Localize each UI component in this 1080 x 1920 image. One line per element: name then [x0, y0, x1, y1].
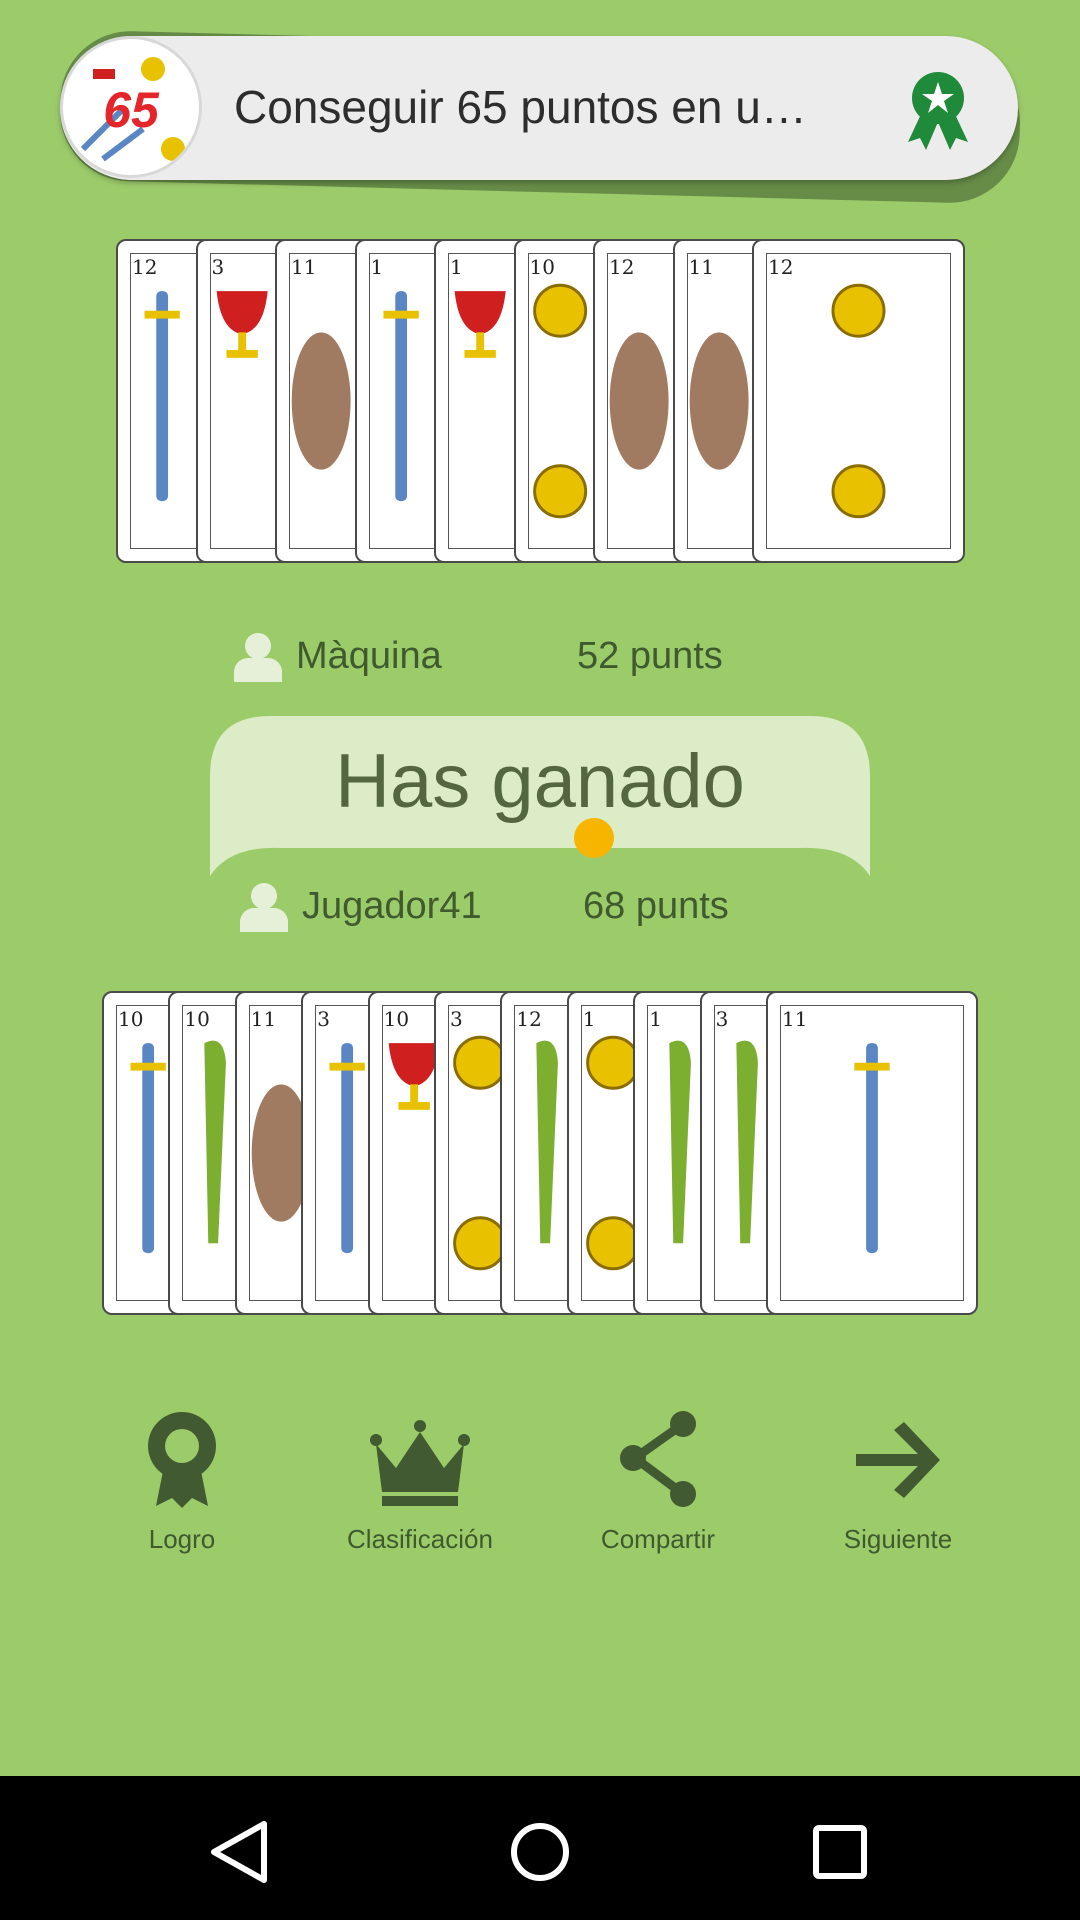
opponent-points: 52 punts [577, 634, 723, 677]
player-card: 11 [766, 991, 978, 1315]
achievement-text: Conseguir 65 puntos en u… [234, 81, 807, 133]
card-rank: 12 [768, 255, 794, 279]
user-icon [234, 633, 282, 682]
card-rank: 3 [715, 1007, 729, 1031]
opponent-row: Màquina 52 punts [232, 626, 792, 686]
arrow-right-icon [856, 1422, 940, 1498]
user-icon [240, 883, 288, 932]
card-rank: 11 [291, 255, 317, 279]
back-icon[interactable] [200, 1812, 280, 1892]
card-rank: 12 [609, 255, 635, 279]
ranking-button[interactable]: Clasificación [320, 1410, 520, 1555]
card-rank: 12 [132, 255, 158, 279]
share-icon [620, 1411, 696, 1507]
achievement-toast[interactable]: 65 Conseguir 65 puntos en u… [60, 36, 1018, 180]
card-rank: 3 [211, 255, 225, 279]
card-rank: 10 [383, 1007, 410, 1031]
card-rank: 1 [582, 1007, 596, 1031]
next-label: Siguiente [843, 1524, 953, 1554]
crown-icon [370, 1420, 470, 1506]
home-icon[interactable] [500, 1812, 580, 1892]
opponent-name: Màquina [296, 634, 442, 677]
card-rank: 1 [450, 255, 463, 279]
card-rank: 3 [317, 1007, 330, 1031]
card-rank: 12 [516, 1007, 542, 1031]
game-logo: 65 [60, 36, 202, 178]
card-rank: 11 [250, 1007, 277, 1031]
card-rank: 11 [688, 255, 714, 279]
share-button[interactable]: Compartir [558, 1410, 758, 1555]
ranking-label: Clasificación [347, 1524, 493, 1554]
opponent-card: 12 [752, 239, 965, 563]
card-frame [780, 1005, 964, 1301]
navigation-bar [0, 1776, 1080, 1920]
share-label: Compartir [600, 1524, 716, 1554]
achievement-icon [148, 1412, 216, 1508]
result-title: Has ganado [335, 739, 745, 824]
next-button[interactable]: Siguiente [798, 1410, 998, 1555]
achievement-button[interactable]: Logro [82, 1410, 282, 1555]
card-rank: 3 [450, 1007, 463, 1031]
card-rank: 1 [370, 255, 384, 279]
logo-number: 65 [103, 82, 159, 138]
player-row: Jugador41 68 punts [238, 876, 798, 936]
card-rank: 11 [782, 1007, 808, 1031]
card-rank: 10 [529, 255, 555, 279]
award-ribbon-icon [908, 72, 968, 150]
turn-indicator-dot [574, 818, 614, 858]
card-rank: 10 [118, 1007, 144, 1031]
card-rank: 10 [184, 1007, 210, 1031]
card-rank: 1 [649, 1007, 662, 1031]
result-banner: Has ganado [210, 716, 870, 881]
player-points: 68 punts [583, 884, 729, 927]
card-frame [766, 253, 951, 549]
achievement-label: Logro [148, 1524, 216, 1554]
player-name: Jugador41 [302, 884, 482, 927]
recents-icon[interactable] [800, 1812, 880, 1892]
